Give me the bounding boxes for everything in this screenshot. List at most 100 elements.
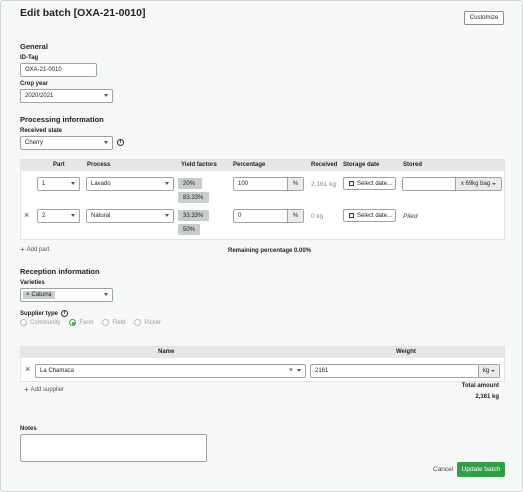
col-part: Part bbox=[53, 162, 65, 168]
supplier-weight-input[interactable]: 2161 kg bbox=[310, 364, 500, 378]
percentage-value: 100 bbox=[238, 181, 249, 187]
supplier-name-value: La Chamaca bbox=[40, 368, 75, 374]
radio-dot bbox=[134, 319, 142, 326]
radio-community[interactable]: Community bbox=[20, 319, 60, 326]
col-weight: Weight bbox=[396, 349, 416, 355]
chevron-down-icon bbox=[165, 214, 169, 217]
notes-textarea[interactable] bbox=[20, 434, 207, 462]
storage-date-label: Select date... bbox=[357, 212, 393, 219]
id-tag-label: ID-Tag bbox=[20, 55, 39, 61]
yield-factor: 20% bbox=[178, 178, 202, 189]
calendar-icon bbox=[349, 181, 354, 186]
supplier-type-label: Supplier type bbox=[20, 310, 59, 317]
part-value: 2 bbox=[42, 213, 46, 219]
add-supplier-button[interactable]: + Add supplier bbox=[24, 386, 64, 394]
suppliers-table: Name Weight × La Chamaca × 2161 kg bbox=[20, 346, 505, 382]
close-icon[interactable]: × bbox=[26, 292, 30, 298]
supplier-weight-value: 2161 bbox=[315, 368, 329, 374]
add-part-button[interactable]: + Add part bbox=[20, 246, 49, 254]
info-icon[interactable]: i bbox=[117, 139, 124, 146]
yield-factor: 83.33% bbox=[178, 192, 209, 203]
part-value: 1 bbox=[42, 181, 46, 187]
col-percentage: Percentage bbox=[233, 162, 266, 168]
weight-unit-select[interactable]: kg bbox=[478, 365, 499, 377]
chevron-down-icon bbox=[104, 94, 108, 97]
col-received: Received bbox=[311, 162, 338, 168]
info-icon[interactable]: i bbox=[61, 310, 69, 317]
part-select[interactable]: 1 bbox=[37, 177, 80, 191]
crop-year-select[interactable]: 2020/2021 bbox=[20, 89, 113, 103]
stored-status: Piled bbox=[403, 213, 418, 220]
reception-section-title: Reception information bbox=[20, 267, 100, 276]
remove-supplier-button[interactable]: × bbox=[25, 365, 30, 374]
chevron-down-icon bbox=[297, 369, 301, 372]
notes-label: Notes bbox=[20, 426, 37, 432]
received-value: 2,161 kg bbox=[311, 181, 336, 188]
remaining-percentage: Remaining percentage 0.00% bbox=[228, 248, 312, 254]
yield-factor: 50% bbox=[178, 224, 200, 235]
cancel-button[interactable]: Cancel bbox=[433, 466, 453, 473]
update-batch-button[interactable]: Update batch bbox=[457, 462, 505, 477]
radio-picker[interactable]: Picker bbox=[134, 319, 161, 326]
bag-unit-select[interactable]: x 69kg bag bbox=[455, 178, 501, 190]
col-process: Process bbox=[87, 162, 111, 168]
percent-unit: % bbox=[287, 178, 303, 190]
variety-chip[interactable]: × Caturra bbox=[23, 291, 55, 299]
process-value: Natural bbox=[91, 213, 111, 219]
supplier-name-select[interactable]: La Chamaca × bbox=[35, 364, 306, 378]
col-stored: Stored bbox=[403, 162, 423, 168]
storage-date-button[interactable]: Select date... bbox=[343, 209, 396, 222]
weight-unit-label: kg bbox=[482, 368, 490, 374]
varieties-select[interactable]: × Caturra bbox=[20, 288, 113, 302]
yield-factor: 33.33% bbox=[178, 210, 209, 221]
supplier-type-radio-group: Community Farm Field Picker bbox=[20, 319, 161, 326]
add-supplier-label: Add supplier bbox=[30, 387, 65, 393]
add-part-label: Add part bbox=[26, 247, 50, 253]
chevron-down-icon bbox=[104, 141, 108, 144]
remove-part-button[interactable]: × bbox=[24, 211, 29, 220]
suppliers-table-header: Name Weight bbox=[21, 347, 504, 358]
variety-chip-label: Caturra bbox=[31, 292, 52, 298]
radio-dot bbox=[69, 319, 77, 326]
bag-unit-label: x 69kg bag bbox=[460, 181, 491, 187]
calendar-icon bbox=[349, 213, 354, 218]
supplier-type-label-group: Supplier type i bbox=[20, 310, 69, 317]
plus-icon: + bbox=[20, 245, 25, 254]
parts-table-header: Part Process Yield factors Percentage Re… bbox=[21, 160, 504, 171]
storage-date-label: Select date... bbox=[357, 180, 393, 187]
parts-table: Part Process Yield factors Percentage Re… bbox=[20, 159, 505, 240]
radio-label: Farm bbox=[79, 319, 94, 326]
varieties-label: Varieties bbox=[20, 280, 45, 286]
id-tag-input[interactable]: OXA-21-0010 bbox=[20, 63, 97, 77]
stored-input[interactable]: x 69kg bag bbox=[402, 177, 502, 191]
chevron-down-icon bbox=[71, 182, 75, 185]
radio-label: Community bbox=[30, 319, 61, 326]
col-name: Name bbox=[158, 349, 175, 355]
radio-farm[interactable]: Farm bbox=[69, 319, 93, 326]
process-select[interactable]: Lavado bbox=[86, 177, 174, 191]
percentage-input[interactable]: 0 % bbox=[233, 209, 304, 223]
percentage-value: 0 bbox=[238, 213, 242, 219]
clear-icon[interactable]: × bbox=[289, 367, 293, 374]
page-title: Edit batch [OXA-21-0010] bbox=[20, 7, 146, 19]
storage-date-button[interactable]: Select date... bbox=[343, 177, 396, 190]
received-state-select[interactable]: Cherry bbox=[20, 136, 113, 150]
process-select[interactable]: Natural bbox=[86, 209, 174, 223]
general-section-title: General bbox=[20, 42, 48, 51]
customize-button[interactable]: Customize bbox=[464, 11, 504, 25]
chevron-down-icon bbox=[491, 370, 496, 372]
plus-icon: + bbox=[24, 385, 29, 394]
edit-batch-page: Edit batch [OXA-21-0010] Customize Gener… bbox=[0, 0, 523, 492]
chevron-down-icon bbox=[104, 293, 108, 296]
crop-year-value: 2020/2021 bbox=[25, 93, 54, 99]
processing-section-title: Processing information bbox=[20, 115, 104, 124]
radio-field[interactable]: Field bbox=[102, 319, 125, 326]
received-state-label: Received state bbox=[20, 128, 63, 134]
process-value: Lavado bbox=[91, 181, 111, 187]
crop-year-label: Crop year bbox=[20, 81, 49, 87]
received-value: 0 kg bbox=[311, 213, 324, 220]
percentage-input[interactable]: 100 % bbox=[233, 177, 304, 191]
chevron-down-icon bbox=[492, 183, 497, 185]
chevron-down-icon bbox=[71, 214, 75, 217]
part-select[interactable]: 2 bbox=[37, 209, 80, 223]
